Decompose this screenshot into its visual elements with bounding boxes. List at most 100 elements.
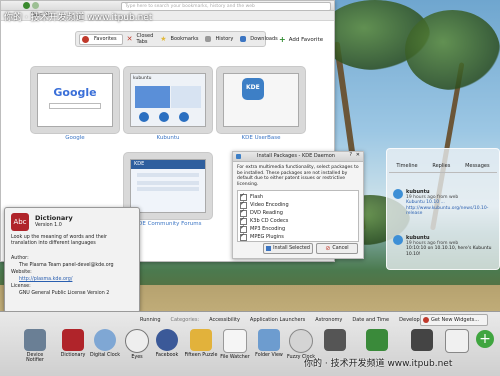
microblog-widget: Timeline Replies Messages kubuntu 19 hou…	[386, 148, 500, 270]
tab-history[interactable]: History	[205, 36, 236, 42]
history-icon	[205, 36, 212, 42]
watermark-top: 你的 · 技术开发频道 www.itpub.net	[4, 13, 153, 23]
widget-next[interactable]	[405, 329, 439, 353]
widget-icon	[445, 329, 469, 353]
category-application-launchers[interactable]: Application Launchers	[250, 317, 305, 323]
address-bar[interactable]: Type here to search your bookmarks, hist…	[121, 2, 331, 11]
widget-fifteen-puzzle[interactable]: Fifteen Puzzle	[184, 329, 218, 358]
checkbox[interactable]	[240, 232, 247, 241]
category-running[interactable]: Running	[140, 317, 161, 323]
category-astronomy[interactable]: Astronomy	[315, 317, 342, 323]
widget-eyes[interactable]: Eyes	[120, 329, 154, 360]
help-icon[interactable]: ?	[349, 152, 352, 158]
tab-replies[interactable]: Replies	[432, 163, 450, 172]
kde-forums-header: KDE	[131, 160, 205, 169]
forward-icon[interactable]	[32, 2, 39, 9]
widget-icon	[324, 329, 346, 351]
license-value: GNU General Public License Version 2	[19, 291, 110, 296]
download-icon	[240, 36, 247, 42]
widget-next[interactable]	[440, 329, 474, 355]
file-watcher-icon	[223, 329, 247, 353]
category-date-and-time[interactable]: Date and Time	[352, 317, 389, 323]
package-item[interactable]: Video Encoding	[240, 200, 356, 209]
widget-label: Digital Clock	[89, 353, 121, 358]
website-label: Website:	[11, 270, 32, 275]
fuzzy-clock-icon	[289, 329, 313, 353]
add-favorite-button[interactable]: + Add Favorite	[279, 35, 323, 44]
tab-label: Closed Tabs	[136, 33, 154, 45]
dialog-title: Install Packages - KDE Daemon	[257, 153, 335, 159]
thumbnail-caption[interactable]: KDE UserBase	[206, 135, 316, 141]
cancel-button[interactable]: ⊘ Cancel	[316, 243, 358, 254]
author-value: The Plasma Team panel-devel@kde.org	[19, 263, 114, 268]
website-link[interactable]: http://plasma.kde.org/	[19, 277, 72, 282]
tab-label: History	[215, 36, 234, 42]
facebook-icon	[156, 329, 178, 351]
microblog-post: kubuntu 19 hours ago from web Kubuntu 10…	[393, 189, 493, 217]
tab-favorites[interactable]: Favorites	[79, 33, 123, 45]
device-notifier-icon	[24, 329, 46, 351]
watermark-bottom: 你的 · 技术开发频道 www.itpub.net	[304, 359, 453, 369]
dictionary-version: Version 1.0	[35, 223, 62, 228]
widget-folder-view[interactable]: Folder View	[252, 329, 286, 358]
tab-bookmarks[interactable]: ★ Bookmarks	[160, 35, 201, 43]
post-text: 10:10:10 on 10.10.10, here's Kubuntu 10.…	[406, 246, 492, 257]
widget-icon	[366, 329, 388, 351]
back-icon[interactable]	[23, 2, 30, 9]
dictionary-icon	[62, 329, 84, 351]
package-label: Video Encoding	[250, 202, 289, 208]
category-develop[interactable]: Develop	[399, 317, 420, 323]
tab-label: Downloads	[250, 36, 278, 42]
puzzle-icon	[190, 329, 212, 351]
dialog-titlebar: Install Packages - KDE Daemon ? ✕	[233, 152, 363, 162]
package-label: DVD Reading	[250, 210, 283, 216]
widget-digital-clock[interactable]: Digital Clock	[88, 329, 122, 358]
widget-facebook[interactable]: Facebook	[150, 329, 184, 358]
widget-label: Folder View	[255, 353, 283, 358]
package-label: Flash	[250, 194, 264, 200]
tab-downloads[interactable]: Downloads	[240, 36, 280, 42]
package-item[interactable]: MPEG Plugins	[240, 232, 356, 241]
category-bar: Running Categories: Accessibility Applic…	[140, 315, 420, 324]
cancel-label: Cancel	[332, 246, 349, 251]
favorite-thumbnail-kubuntu[interactable]: kubuntu	[124, 67, 212, 133]
widget-label: Device Notifier	[26, 353, 44, 363]
widget-label: Facebook	[155, 353, 179, 358]
close-icon[interactable]: ✕	[356, 152, 360, 158]
widget-next[interactable]	[360, 329, 394, 353]
google-logo: Google	[53, 86, 97, 99]
favorites-tabbar: Favorites ✕ Closed Tabs ★ Bookmarks Hist…	[75, 31, 278, 47]
license-label: License:	[11, 284, 31, 289]
widget-next[interactable]	[318, 329, 352, 353]
microblog-post: kubuntu 19 hours ago from web 10:10:10 o…	[393, 235, 493, 257]
dictionary-title: Dictionary	[35, 214, 73, 222]
categories-label: Categories:	[170, 316, 200, 323]
favorite-thumbnail-google[interactable]: Google	[31, 67, 119, 133]
favorite-thumbnail-kde-userbase[interactable]: KDE	[217, 67, 305, 133]
widget-dictionary[interactable]: Dictionary	[56, 329, 90, 358]
package-label: MP3 Encoding	[250, 226, 286, 232]
add-widget-icon[interactable]: +	[476, 330, 494, 348]
palm-leaves	[405, 10, 500, 90]
widget-device-notifier[interactable]: Device Notifier	[18, 329, 52, 363]
kubuntu-logo: kubuntu	[133, 76, 152, 81]
widget-file-watcher[interactable]: File Watcher	[218, 329, 252, 360]
clock-icon	[94, 329, 116, 351]
get-new-widgets-label: Get New Widgets...	[431, 317, 479, 323]
widget-label: Eyes	[131, 355, 143, 360]
download-icon	[423, 317, 429, 323]
tab-messages[interactable]: Messages	[465, 163, 490, 172]
tab-closed-tabs[interactable]: ✕ Closed Tabs	[127, 33, 157, 45]
package-label: MPEG Plugins	[250, 234, 284, 240]
eyes-icon	[125, 329, 149, 353]
tab-label: Favorites	[94, 36, 117, 42]
package-item[interactable]: DVD Reading	[240, 208, 356, 217]
category-accessibility[interactable]: Accessibility	[209, 317, 240, 323]
microblog-tabbar: Timeline Replies Messages	[389, 163, 497, 173]
tab-timeline[interactable]: Timeline	[396, 163, 417, 172]
package-item[interactable]: K3b CD Codecs	[240, 216, 356, 225]
package-item[interactable]: Flash	[240, 192, 356, 201]
install-selected-button[interactable]: Install Selected	[263, 243, 313, 254]
get-new-widgets-button[interactable]: Get New Widgets...	[420, 314, 488, 326]
package-item[interactable]: MP3 Encoding	[240, 224, 356, 233]
